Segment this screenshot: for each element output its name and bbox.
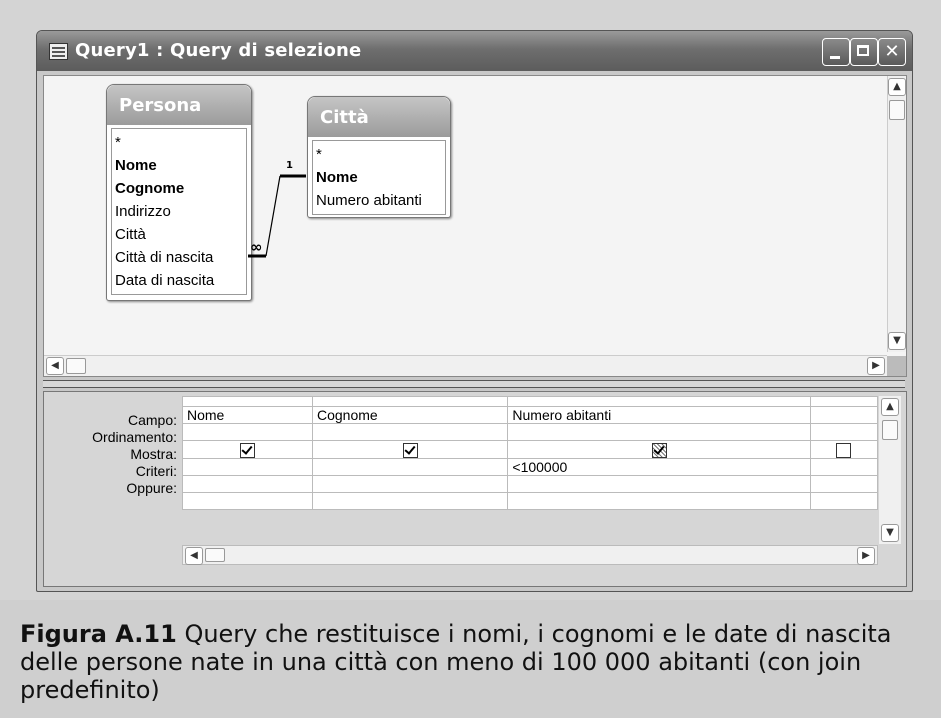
mostra-cell [507,440,811,459]
mostra-cell [311,440,509,459]
field-item[interactable]: Data di nascita [115,269,243,292]
criteri-cell[interactable] [311,457,509,476]
scroll-corner [887,356,906,376]
field-item[interactable]: Città di nascita [115,246,243,269]
field-item[interactable]: Indirizzo [115,200,243,223]
scroll-left-button[interactable]: ◀ [185,547,203,565]
empty-cell[interactable] [182,491,313,510]
scroll-down-button[interactable]: ▼ [888,332,906,350]
empty-cell[interactable] [507,491,811,510]
field-item[interactable]: Nome [115,154,243,177]
join-one-label: 1 [286,160,293,171]
ordinamento-cell[interactable] [507,423,811,441]
grid-vertical-scrollbar[interactable]: ▲ ▼ [879,396,901,544]
close-button[interactable]: ✕ [878,38,906,66]
scroll-thumb[interactable] [882,420,898,440]
row-labels: Campo: Ordinamento: Mostra: Criteri: Opp… [50,412,177,497]
column-selector[interactable] [507,396,811,407]
scroll-thumb[interactable] [889,100,905,120]
field-item[interactable]: Cognome [115,177,243,200]
field-item[interactable]: Numero abitanti [316,189,442,212]
campo-cell[interactable]: Cognome [311,406,509,424]
column-selector[interactable] [182,396,313,407]
pane-splitter[interactable] [43,380,905,388]
scroll-up-button[interactable]: ▲ [888,78,906,96]
table-title[interactable]: Città [308,97,450,137]
query-window: Query1 : Query di selezione ✕ Persona * … [36,30,913,592]
mostra-checkbox[interactable] [651,442,667,458]
table-citta[interactable]: Città * Nome Numero abitanti [307,96,451,218]
maximize-button[interactable] [850,38,878,66]
mostra-cell [809,440,879,459]
query-window-icon [49,43,68,60]
row-label-mostra: Mostra: [130,446,177,462]
scroll-right-button[interactable]: ▶ [867,357,885,375]
field-item[interactable]: Città [115,223,243,246]
scroll-right-button[interactable]: ▶ [857,547,875,565]
row-label-criteri: Criteri: [135,463,177,479]
mostra-cell [182,440,313,459]
join-many-label: ∞ [250,238,263,256]
row-label-ordinamento: Ordinamento: [92,429,177,445]
scroll-down-button[interactable]: ▼ [881,524,899,542]
empty-cell[interactable] [311,491,509,510]
campo-cell[interactable]: Nome [182,406,313,424]
oppure-cell[interactable] [507,474,811,493]
campo-cell[interactable] [809,406,879,424]
vertical-scrollbar[interactable]: ▲ ▼ [887,76,906,352]
ordinamento-cell[interactable] [182,423,313,441]
join-line[interactable]: 1 ∞ [244,156,319,266]
query-design-grid: Nome Cognome Numero abitanti <100000 [182,396,879,510]
table-persona[interactable]: Persona * Nome Cognome Indirizzo Città C… [106,84,252,301]
scroll-up-button[interactable]: ▲ [881,398,899,416]
table-title[interactable]: Persona [107,85,251,125]
caption-label: Figura A.11 [20,620,177,648]
ordinamento-cell[interactable] [809,423,879,441]
scroll-thumb[interactable] [205,548,225,562]
title-bar[interactable]: Query1 : Query di selezione ✕ [37,31,912,71]
ordinamento-cell[interactable] [311,423,509,441]
minimize-button[interactable] [822,38,850,66]
field-list: * Nome Numero abitanti [312,140,446,215]
column-selector[interactable] [809,396,879,407]
criteri-cell[interactable] [182,457,313,476]
mostra-checkbox[interactable] [239,442,255,458]
grid-horizontal-scrollbar[interactable]: ◀ ▶ [182,545,878,565]
mostra-checkbox[interactable] [402,442,418,458]
empty-cell[interactable] [809,491,879,510]
window-title: Query1 : Query di selezione [75,40,362,61]
field-item[interactable]: Nome [316,166,442,189]
scroll-thumb[interactable] [66,358,86,374]
figure-caption: Figura A.11 Query che restituisce i nomi… [20,620,920,704]
table-design-pane: Persona * Nome Cognome Indirizzo Città C… [43,75,907,377]
oppure-cell[interactable] [182,474,313,493]
scroll-left-button[interactable]: ◀ [46,357,64,375]
campo-cell[interactable]: Numero abitanti [507,406,811,424]
row-label-campo: Campo: [127,412,177,428]
criteri-cell[interactable]: <100000 [507,457,811,476]
horizontal-scrollbar[interactable]: ◀ ▶ [44,355,887,376]
oppure-cell[interactable] [809,474,879,493]
figure-frame: Query1 : Query di selezione ✕ Persona * … [0,0,941,600]
row-label-oppure: Oppure: [126,480,177,496]
oppure-cell[interactable] [311,474,509,493]
field-item[interactable]: * [115,131,243,154]
design-grid-pane: Campo: Ordinamento: Mostra: Criteri: Opp… [43,391,907,587]
criteri-cell[interactable] [809,457,879,476]
mostra-checkbox[interactable] [836,442,852,458]
column-selector[interactable] [311,396,509,407]
field-list: * Nome Cognome Indirizzo Città Città di … [111,128,247,295]
field-item[interactable]: * [316,143,442,166]
